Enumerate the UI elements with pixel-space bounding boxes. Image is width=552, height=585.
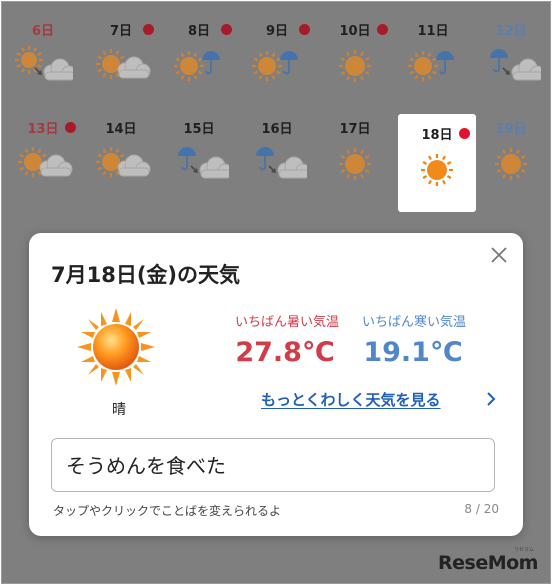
day-label: 19日 — [495, 122, 527, 137]
calendar-day-12[interactable]: 12日 — [472, 10, 550, 108]
sun-cloud-icon — [91, 46, 151, 86]
chevron-right-icon[interactable] — [485, 391, 497, 411]
calendar-grid: 6日 7日 8日 9日 10日 11日 12日 13日 14日 15日 16日 17日 18日 19日 — [4, 10, 548, 260]
calendar-day-8[interactable]: 8日 — [160, 10, 238, 108]
resemom-logo: ReseMom — [438, 552, 538, 574]
calendar-day-10[interactable]: 10日 — [316, 10, 394, 108]
sun-cloud-icon — [91, 144, 151, 184]
words-input[interactable]: そうめんを食べた — [51, 438, 495, 492]
sun-umbrella-icon — [169, 46, 229, 86]
umbrella-cloud-icon — [169, 144, 233, 184]
calendar-day-14[interactable]: 14日 — [82, 108, 160, 206]
low-temp-value: 19.1℃ — [363, 337, 463, 368]
umbrella-cloud-icon — [247, 144, 311, 184]
sunny-icon — [75, 306, 157, 388]
calendar-day-9[interactable]: 9日 — [238, 10, 316, 108]
calendar-day-7[interactable]: 7日 — [82, 10, 160, 108]
high-temp-label: いちばん暑い気温 — [234, 315, 339, 330]
dialog-title: 7月18日(金)の天気 — [51, 263, 241, 287]
sun-then-cloud-icon — [13, 46, 77, 86]
day-label: 12日 — [495, 24, 527, 39]
resemom-logo-small: リセマム — [514, 547, 535, 553]
sun-icon — [325, 144, 385, 184]
calendar-day-16[interactable]: 16日 — [238, 108, 316, 206]
sun-icon — [325, 46, 385, 86]
day-label: 15日 — [183, 122, 215, 137]
calendar-day-6[interactable]: 6日 — [4, 10, 82, 108]
day-label: 11日 — [417, 24, 449, 39]
calendar-day-17[interactable]: 17日 — [316, 108, 394, 206]
umbrella-cloud-icon — [481, 46, 545, 86]
calendar-day-11[interactable]: 11日 — [394, 10, 472, 108]
day-label: 14日 — [105, 122, 137, 137]
char-counter: 8 / 20 — [464, 502, 499, 516]
input-hint: タップやクリックでことばを変えられるよ — [53, 504, 282, 518]
calendar-day-15[interactable]: 15日 — [160, 108, 238, 206]
event-dot-icon — [459, 128, 470, 139]
low-temp-label: いちばん寒い気温 — [361, 315, 466, 330]
close-icon[interactable] — [489, 245, 509, 265]
day-label: 16日 — [261, 122, 293, 137]
calendar-day-13[interactable]: 13日 — [4, 108, 82, 206]
event-dot-icon — [221, 24, 232, 35]
weather-dialog: 7月18日(金)の天気 晴 いちばん暑い気温 いちばん寒い気温 27.8℃ 19… — [29, 233, 523, 536]
event-dot-icon — [65, 122, 76, 133]
event-dot-icon — [377, 24, 388, 35]
sun-umbrella-icon — [403, 46, 463, 86]
high-temp-value: 27.8℃ — [235, 337, 335, 368]
sun-icon — [407, 150, 467, 190]
calendar-day-19[interactable]: 19日 — [472, 108, 550, 206]
event-dot-icon — [299, 24, 310, 35]
sun-cloud-icon — [13, 144, 73, 184]
event-dot-icon — [143, 24, 154, 35]
calendar-day-18[interactable]: 18日 — [398, 114, 476, 212]
detail-weather-link[interactable]: もっとくわしく天気を見る — [261, 389, 441, 410]
day-label: 17日 — [339, 122, 371, 137]
sun-icon — [481, 144, 541, 184]
sun-umbrella-icon — [247, 46, 307, 86]
weather-condition: 晴 — [112, 402, 126, 418]
day-label: 6日 — [31, 24, 55, 39]
